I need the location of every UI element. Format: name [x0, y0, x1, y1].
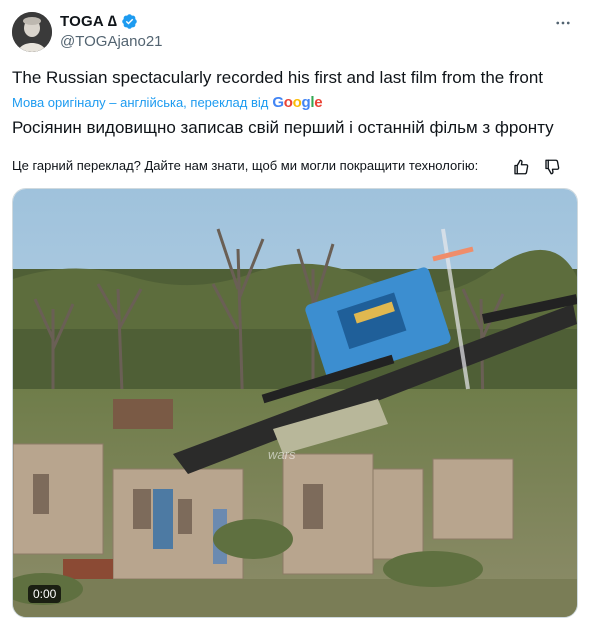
translation-attribution[interactable]: Мова оригіналу – англійська, переклад ві…	[12, 94, 323, 111]
tweet-card: TOGA ∆ @TOGAjano21 The Russian spectacul…	[0, 0, 594, 625]
video-timecode: 0:00	[28, 585, 62, 603]
avatar[interactable]	[12, 12, 52, 52]
author-name-row: TOGA ∆	[60, 13, 138, 30]
thumbs-down-icon[interactable]	[543, 158, 561, 176]
translated-text: Росіянин видовищно записав свій перший і…	[12, 118, 554, 137]
video-player[interactable]: wars 0:00	[12, 188, 578, 618]
tweet-text: The Russian spectacularly recorded his f…	[12, 68, 543, 87]
google-logo: Google	[272, 94, 323, 111]
more-options-icon[interactable]	[554, 14, 572, 32]
translation-note: Мова оригіналу – англійська, переклад ві…	[12, 95, 269, 110]
author-display-name[interactable]: TOGA ∆	[60, 13, 117, 30]
translation-feedback: Це гарний переклад? Дайте нам знати, щоб…	[12, 158, 478, 173]
author-handle[interactable]: @TOGAjano21	[60, 33, 163, 50]
video-frame	[13, 189, 577, 617]
thumbs-up-icon[interactable]	[512, 158, 530, 176]
video-watermark: wars	[268, 447, 296, 462]
verified-badge-icon	[121, 13, 138, 30]
feedback-prompt: Це гарний переклад? Дайте нам знати, щоб…	[12, 158, 479, 173]
